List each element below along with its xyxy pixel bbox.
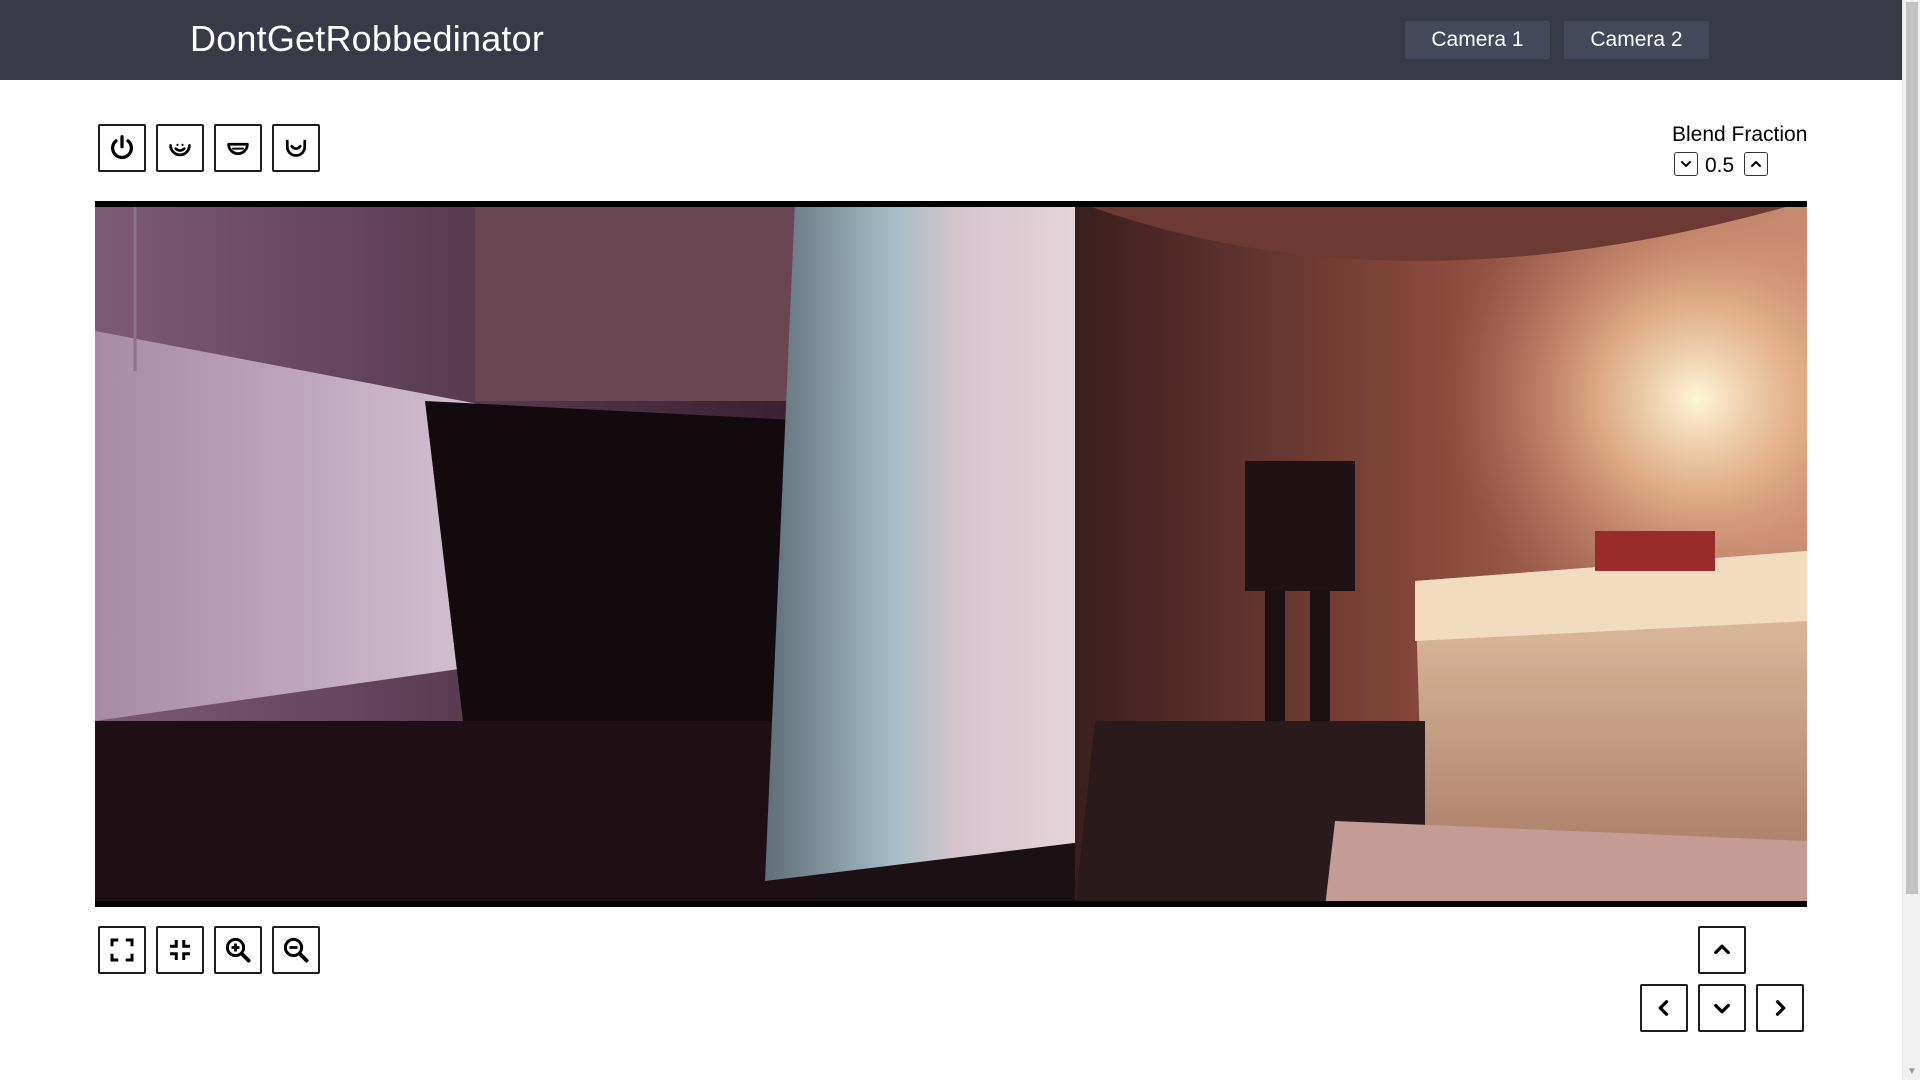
top-navbar: DontGetRobbedinator Camera 1 Camera 2 [0, 0, 1902, 80]
face-smile-button[interactable] [156, 124, 204, 172]
app-title: DontGetRobbedinator [190, 18, 545, 59]
zoom-out-button[interactable] [272, 926, 320, 974]
pan-up-button[interactable] [1698, 926, 1746, 974]
page-scrollbar[interactable]: ▲ ▼ [1902, 0, 1920, 1080]
blend-decrease-button[interactable] [1674, 152, 1698, 176]
power-button[interactable] [98, 124, 146, 172]
blend-fraction-value: 0.5 [1705, 154, 1735, 177]
face-open-button[interactable] [272, 124, 320, 172]
pan-left-button[interactable] [1640, 984, 1688, 1032]
face-neutral-icon [227, 142, 249, 155]
power-icon [111, 135, 133, 160]
face-smile-icon [169, 143, 191, 157]
chevron-left-icon [1658, 1000, 1669, 1016]
face-open-icon [285, 139, 307, 157]
scroll-down-icon[interactable]: ▼ [1903, 1064, 1920, 1080]
chevron-up-icon [1751, 161, 1761, 167]
zoom-in-button[interactable] [214, 926, 262, 974]
pan-down-button[interactable] [1698, 984, 1746, 1032]
chevron-up-icon [1714, 944, 1730, 955]
blend-fraction-label: Blend Fraction [1672, 123, 1808, 146]
camera-feed-image [95, 201, 1807, 907]
camera-1-button[interactable]: Camera 1 [1405, 21, 1550, 59]
zoom-out-icon [283, 937, 309, 963]
zoom-in-icon [225, 937, 251, 963]
exit-fullscreen-icon [170, 940, 190, 960]
chevron-down-icon [1714, 1003, 1730, 1014]
blend-increase-button[interactable] [1744, 152, 1768, 176]
face-neutral-button[interactable] [214, 124, 262, 172]
chevron-down-icon [1681, 161, 1691, 167]
fullscreen-icon [110, 938, 134, 962]
camera-2-button[interactable]: Camera 2 [1564, 21, 1709, 59]
fullscreen-button[interactable] [98, 926, 146, 974]
exit-fullscreen-button[interactable] [156, 926, 204, 974]
pan-right-button[interactable] [1756, 984, 1804, 1032]
scroll-thumb[interactable] [1906, 2, 1918, 894]
chevron-right-icon [1775, 1000, 1786, 1016]
